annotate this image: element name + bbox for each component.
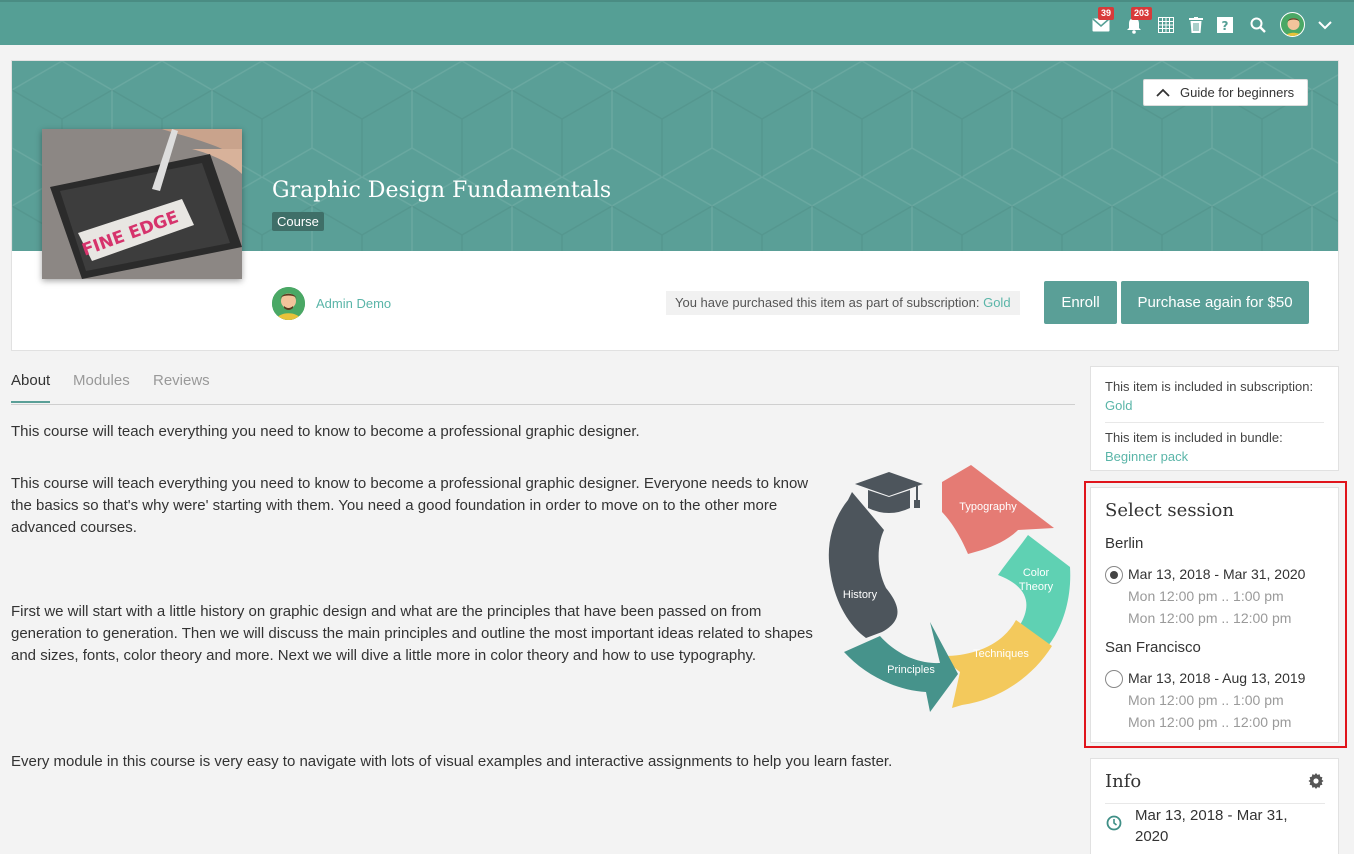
diagram-segment-color-theory: Color Theory: [998, 535, 1071, 646]
select-session-panel: Select session Berlin Mar 13, 2018 - Mar…: [1090, 487, 1339, 743]
info-panel: Info Mar 13, 2018 - Mar 31, 2020: [1090, 758, 1339, 854]
session-range-san-francisco[interactable]: Mar 13, 2018 - Aug 13, 2019: [1128, 670, 1305, 686]
session-radio-berlin[interactable]: [1105, 566, 1123, 584]
subscription-gold-link[interactable]: Gold: [983, 295, 1010, 310]
author-avatar[interactable]: [272, 287, 305, 320]
session-city-berlin: Berlin: [1105, 535, 1144, 552]
included-bundle-text: This item is included in bundle:: [1105, 430, 1283, 445]
info-date-range: Mar 13, 2018 - Mar 31, 2020: [1135, 807, 1288, 845]
calendar-icon[interactable]: [1155, 14, 1177, 36]
svg-text:Color: Color: [1023, 567, 1050, 579]
beginner-pack-link[interactable]: Beginner pack: [1105, 449, 1188, 464]
messages-count-badge: 39: [1098, 7, 1115, 20]
svg-text:Theory: Theory: [1019, 581, 1054, 593]
session-radio-san-francisco[interactable]: [1105, 670, 1123, 688]
included-subscription-line: This item is included in subscription: G…: [1105, 377, 1324, 415]
course-tabs: About Modules Reviews: [11, 368, 1075, 405]
enroll-button[interactable]: Enroll: [1044, 281, 1117, 324]
diagram-segment-principles: Principles: [844, 622, 958, 712]
divider: [1105, 803, 1325, 804]
included-subscription-text: This item is included in subscription:: [1105, 379, 1314, 394]
session-time-san-francisco-1: Mon 12:00 pm .. 1:00 pm: [1128, 692, 1284, 708]
clock-icon: [1106, 815, 1122, 831]
course-header-card: Guide for beginners Graphic Design Funda…: [11, 60, 1339, 351]
course-cycle-diagram: Typography Color Theory Techniques Princ…: [828, 465, 1071, 712]
svg-text:History: History: [843, 589, 878, 601]
course-title: Graphic Design Fundamentals: [272, 178, 612, 203]
about-paragraph-2: This course will teach everything you ne…: [11, 475, 809, 536]
session-time-san-francisco-2: Mon 12:00 pm .. 12:00 pm: [1128, 714, 1292, 730]
svg-text:Principles: Principles: [887, 664, 935, 676]
guide-button-label: Guide for beginners: [1180, 85, 1295, 100]
session-range-berlin[interactable]: Mar 13, 2018 - Mar 31, 2020: [1128, 566, 1305, 582]
notifications-bell-icon[interactable]: 203: [1123, 7, 1153, 36]
chevron-up-icon: [1156, 88, 1170, 97]
trash-icon[interactable]: [1185, 14, 1207, 36]
info-title: Info: [1105, 771, 1142, 792]
course-type-tag: Course: [272, 212, 324, 231]
select-session-title: Select session: [1105, 500, 1234, 521]
about-intro-paragraph: This course will teach everything you ne…: [11, 423, 640, 440]
included-bundle-line: This item is included in bundle: Beginne…: [1105, 428, 1324, 466]
tab-about[interactable]: About: [11, 372, 51, 403]
session-city-san-francisco: San Francisco: [1105, 639, 1201, 656]
tab-reviews[interactable]: Reviews: [153, 372, 210, 399]
top-navigation-bar: 39 203 ?: [0, 0, 1354, 45]
included-in-panel: This item is included in subscription: G…: [1090, 366, 1339, 471]
svg-text:?: ?: [1222, 19, 1229, 33]
chevron-down-icon[interactable]: [1314, 14, 1336, 36]
gear-icon[interactable]: [1308, 773, 1324, 789]
about-paragraph-3: First we will start with a little histor…: [11, 603, 813, 664]
subscription-gold-sidebar-link[interactable]: Gold: [1105, 398, 1132, 413]
course-thumbnail: FINE EDGE: [42, 129, 242, 279]
purchase-again-button[interactable]: Purchase again for $50: [1121, 281, 1309, 324]
author-link[interactable]: Admin Demo: [316, 296, 391, 311]
session-time-berlin-1: Mon 12:00 pm .. 1:00 pm: [1128, 588, 1284, 604]
diagram-segment-history: History: [828, 492, 898, 638]
user-avatar[interactable]: [1280, 12, 1305, 37]
divider: [1105, 422, 1324, 423]
subscription-purchase-note: You have purchased this item as part of …: [666, 291, 1020, 315]
tab-modules[interactable]: Modules: [73, 372, 130, 399]
help-icon[interactable]: ?: [1214, 14, 1236, 36]
search-icon[interactable]: [1247, 14, 1269, 36]
messages-icon[interactable]: 39: [1090, 7, 1115, 36]
subscription-note-text: You have purchased this item as part of …: [675, 295, 984, 310]
svg-text:Typography: Typography: [959, 501, 1017, 513]
guide-for-beginners-button[interactable]: Guide for beginners: [1143, 79, 1308, 106]
session-time-berlin-2: Mon 12:00 pm .. 12:00 pm: [1128, 610, 1292, 626]
diagram-segment-typography: Typography: [942, 465, 1054, 554]
notifications-count-badge: 203: [1131, 7, 1153, 20]
svg-text:Techniques: Techniques: [973, 648, 1029, 660]
about-paragraph-4: Every module in this course is very easy…: [11, 753, 893, 770]
graduation-cap-icon: [855, 472, 923, 513]
